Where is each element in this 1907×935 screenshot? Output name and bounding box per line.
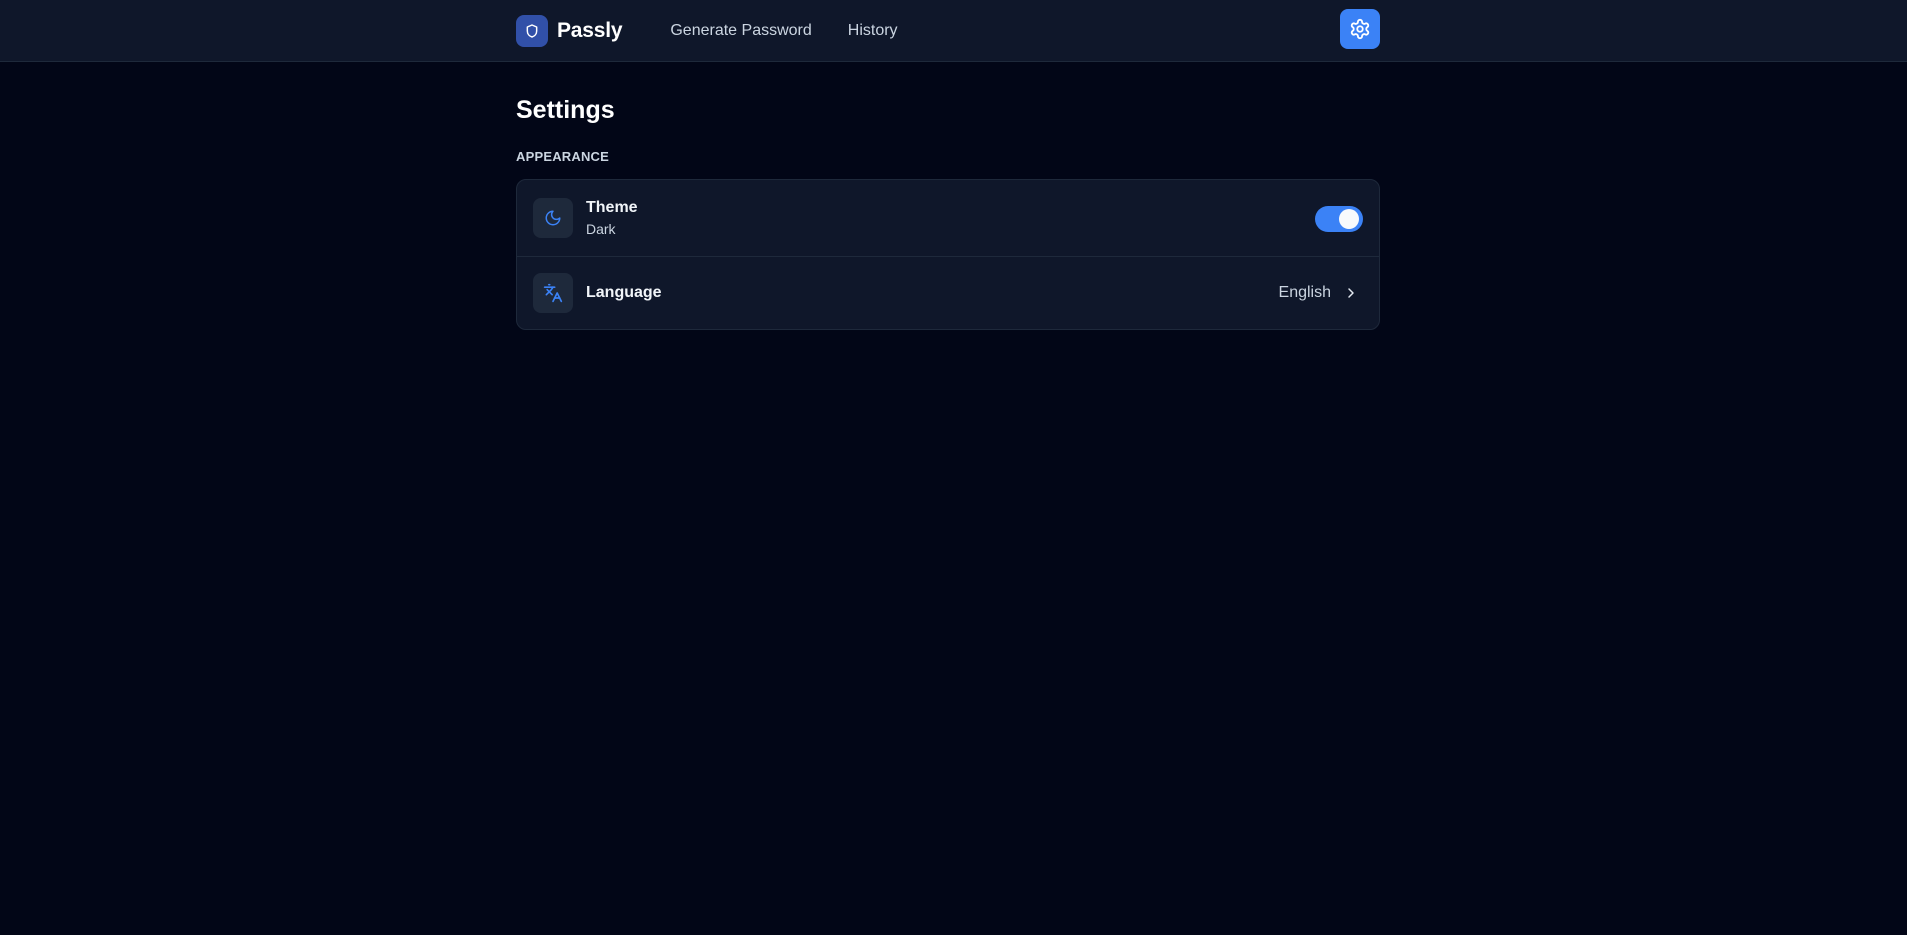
navbar-container: Passly Generate Password History (516, 0, 1380, 61)
section-label-appearance: APPEARANCE (516, 149, 610, 164)
theme-text: Theme Dark (586, 198, 638, 238)
top-navbar: Passly Generate Password History (0, 0, 1907, 62)
language-selector[interactable]: English (1279, 257, 1359, 329)
theme-title: Theme (586, 199, 638, 216)
language-text: Language (586, 283, 662, 303)
nav-history[interactable]: History (848, 22, 898, 40)
toggle-knob (1339, 209, 1359, 229)
main-nav: Generate Password History (670, 22, 897, 40)
page-title: Settings (516, 96, 615, 124)
moon-icon (533, 198, 573, 238)
translate-icon (533, 273, 573, 313)
gear-icon (1349, 18, 1371, 40)
theme-row[interactable]: Theme Dark (517, 180, 1379, 257)
brand-name: Passly (557, 18, 623, 42)
settings-button[interactable] (1340, 9, 1380, 49)
language-title: Language (586, 284, 662, 301)
chevron-right-icon (1343, 285, 1359, 301)
brand-link[interactable]: Passly (516, 14, 623, 47)
main-content: Settings APPEARANCE Theme Dark Language … (516, 62, 1380, 330)
theme-toggle[interactable] (1315, 206, 1363, 232)
language-row[interactable]: Language English (517, 257, 1379, 329)
theme-value: Dark (586, 221, 616, 237)
nav-generate-password[interactable]: Generate Password (670, 22, 811, 40)
appearance-card: Theme Dark Language English (516, 179, 1380, 330)
shield-icon (516, 14, 548, 47)
language-value: English (1278, 284, 1331, 301)
